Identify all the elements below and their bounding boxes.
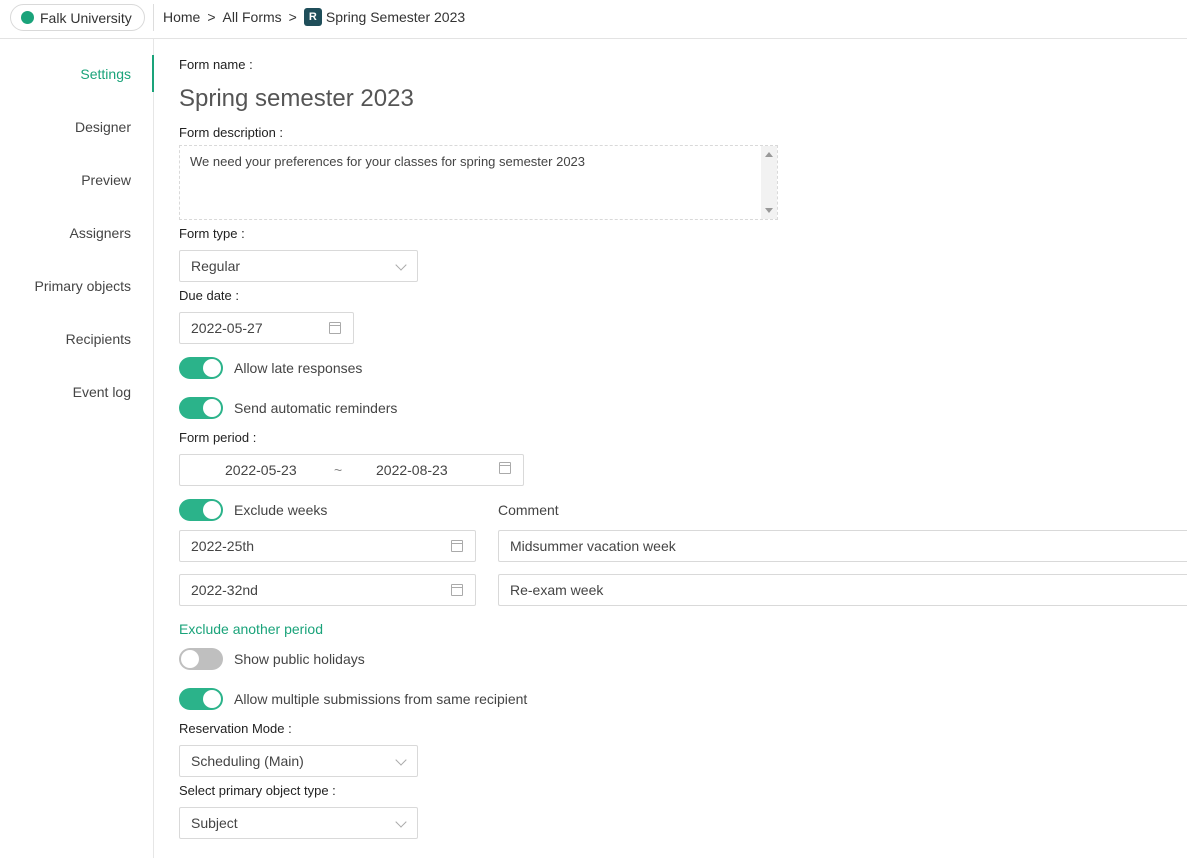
calendar-icon bbox=[451, 584, 463, 596]
excluded-week-comment-value: Re-exam week bbox=[510, 582, 604, 598]
form-period-range-picker[interactable]: 2022-05-23 ~ 2022-08-23 bbox=[179, 454, 524, 486]
period-separator: ~ bbox=[334, 462, 343, 478]
form-description-label: Form description : bbox=[179, 125, 284, 140]
chevron-down-icon bbox=[395, 816, 407, 828]
period-start[interactable]: 2022-05-23 bbox=[225, 462, 297, 478]
sidebar-item-preview[interactable]: Preview bbox=[81, 172, 131, 188]
period-end[interactable]: 2022-08-23 bbox=[376, 462, 448, 478]
calendar-icon bbox=[329, 322, 341, 334]
excluded-week-picker-2[interactable]: 2022-32nd bbox=[179, 574, 476, 606]
chevron-down-icon bbox=[395, 259, 407, 271]
sidebar-item-assigners[interactable]: Assigners bbox=[70, 225, 131, 241]
excluded-week-picker-1[interactable]: 2022-25th bbox=[179, 530, 476, 562]
chevron-down-icon bbox=[395, 754, 407, 766]
scroll-up-icon[interactable] bbox=[765, 152, 773, 157]
sidebar-item-primary-objects[interactable]: Primary objects bbox=[35, 278, 131, 294]
sidebar-item-designer[interactable]: Designer bbox=[75, 119, 131, 135]
primary-object-type-select[interactable]: Subject bbox=[179, 807, 418, 839]
excluded-week-value: 2022-25th bbox=[191, 538, 255, 554]
sidebar-item-recipients[interactable]: Recipients bbox=[66, 331, 131, 347]
due-date-label: Due date : bbox=[179, 288, 239, 303]
comment-label: Comment bbox=[498, 502, 559, 518]
breadcrumb-current: R Spring Semester 2023 bbox=[303, 8, 466, 26]
org-switcher[interactable]: Falk University bbox=[10, 4, 145, 31]
exclude-weeks-label: Exclude weeks bbox=[234, 502, 328, 518]
primary-object-type-value: Subject bbox=[191, 815, 238, 831]
reservation-mode-label: Reservation Mode : bbox=[179, 721, 292, 736]
org-status-dot-icon bbox=[21, 11, 34, 24]
send-reminders-toggle[interactable] bbox=[179, 397, 223, 419]
form-type-label: Form type : bbox=[179, 226, 245, 241]
public-holidays-label: Show public holidays bbox=[234, 651, 365, 667]
send-reminders-label: Send automatic reminders bbox=[234, 400, 398, 416]
sidebar-item-event-log[interactable]: Event log bbox=[73, 384, 131, 400]
breadcrumb-separator: > bbox=[288, 9, 297, 25]
multiple-submissions-label: Allow multiple submissions from same rec… bbox=[234, 691, 528, 707]
form-type-select[interactable]: Regular bbox=[179, 250, 418, 282]
breadcrumb-current-label: Spring Semester 2023 bbox=[325, 9, 466, 25]
form-description-text: We need your preferences for your classe… bbox=[190, 154, 586, 169]
form-description-input[interactable]: We need your preferences for your classe… bbox=[179, 145, 778, 220]
reservation-mode-value: Scheduling (Main) bbox=[191, 753, 304, 769]
allow-late-toggle[interactable] bbox=[179, 357, 223, 379]
sidebar-active-indicator bbox=[152, 55, 154, 92]
sidebar-item-settings[interactable]: Settings bbox=[80, 66, 131, 82]
form-badge-icon: R bbox=[303, 8, 322, 26]
form-name-label: Form name : bbox=[179, 57, 253, 72]
exclude-weeks-toggle[interactable] bbox=[179, 499, 223, 521]
header-divider bbox=[153, 4, 154, 31]
allow-late-label: Allow late responses bbox=[234, 360, 363, 376]
excluded-week-value: 2022-32nd bbox=[191, 582, 258, 598]
breadcrumb-all-forms[interactable]: All Forms bbox=[223, 9, 282, 25]
excluded-week-comment-2[interactable]: Re-exam week bbox=[498, 574, 1187, 606]
exclude-another-period-link[interactable]: Exclude another period bbox=[179, 621, 323, 637]
multiple-submissions-toggle[interactable] bbox=[179, 688, 223, 710]
breadcrumb-separator: > bbox=[207, 9, 216, 25]
form-name-value[interactable]: Spring semester 2023 bbox=[179, 85, 414, 113]
breadcrumb: Home > All Forms > R Spring Semester 202… bbox=[163, 8, 465, 26]
excluded-week-comment-value: Midsummer vacation week bbox=[510, 538, 676, 554]
form-type-value: Regular bbox=[191, 258, 241, 274]
textarea-scrollbar[interactable] bbox=[761, 146, 777, 219]
scroll-down-icon[interactable] bbox=[765, 208, 773, 213]
excluded-week-comment-1[interactable]: Midsummer vacation week bbox=[498, 530, 1187, 562]
form-period-label: Form period : bbox=[179, 430, 257, 445]
org-name: Falk University bbox=[40, 9, 132, 26]
due-date-picker[interactable]: 2022-05-27 bbox=[179, 312, 354, 344]
public-holidays-toggle[interactable] bbox=[179, 648, 223, 670]
primary-object-type-label: Select primary object type : bbox=[179, 783, 336, 798]
due-date-value: 2022-05-27 bbox=[191, 320, 263, 336]
calendar-icon bbox=[451, 540, 463, 552]
calendar-icon bbox=[499, 462, 511, 474]
sidebar: Settings Designer Preview Assigners Prim… bbox=[0, 39, 154, 858]
reservation-mode-select[interactable]: Scheduling (Main) bbox=[179, 745, 418, 777]
top-bar: Falk University Home > All Forms > R Spr… bbox=[0, 0, 1187, 39]
breadcrumb-home[interactable]: Home bbox=[163, 9, 200, 25]
